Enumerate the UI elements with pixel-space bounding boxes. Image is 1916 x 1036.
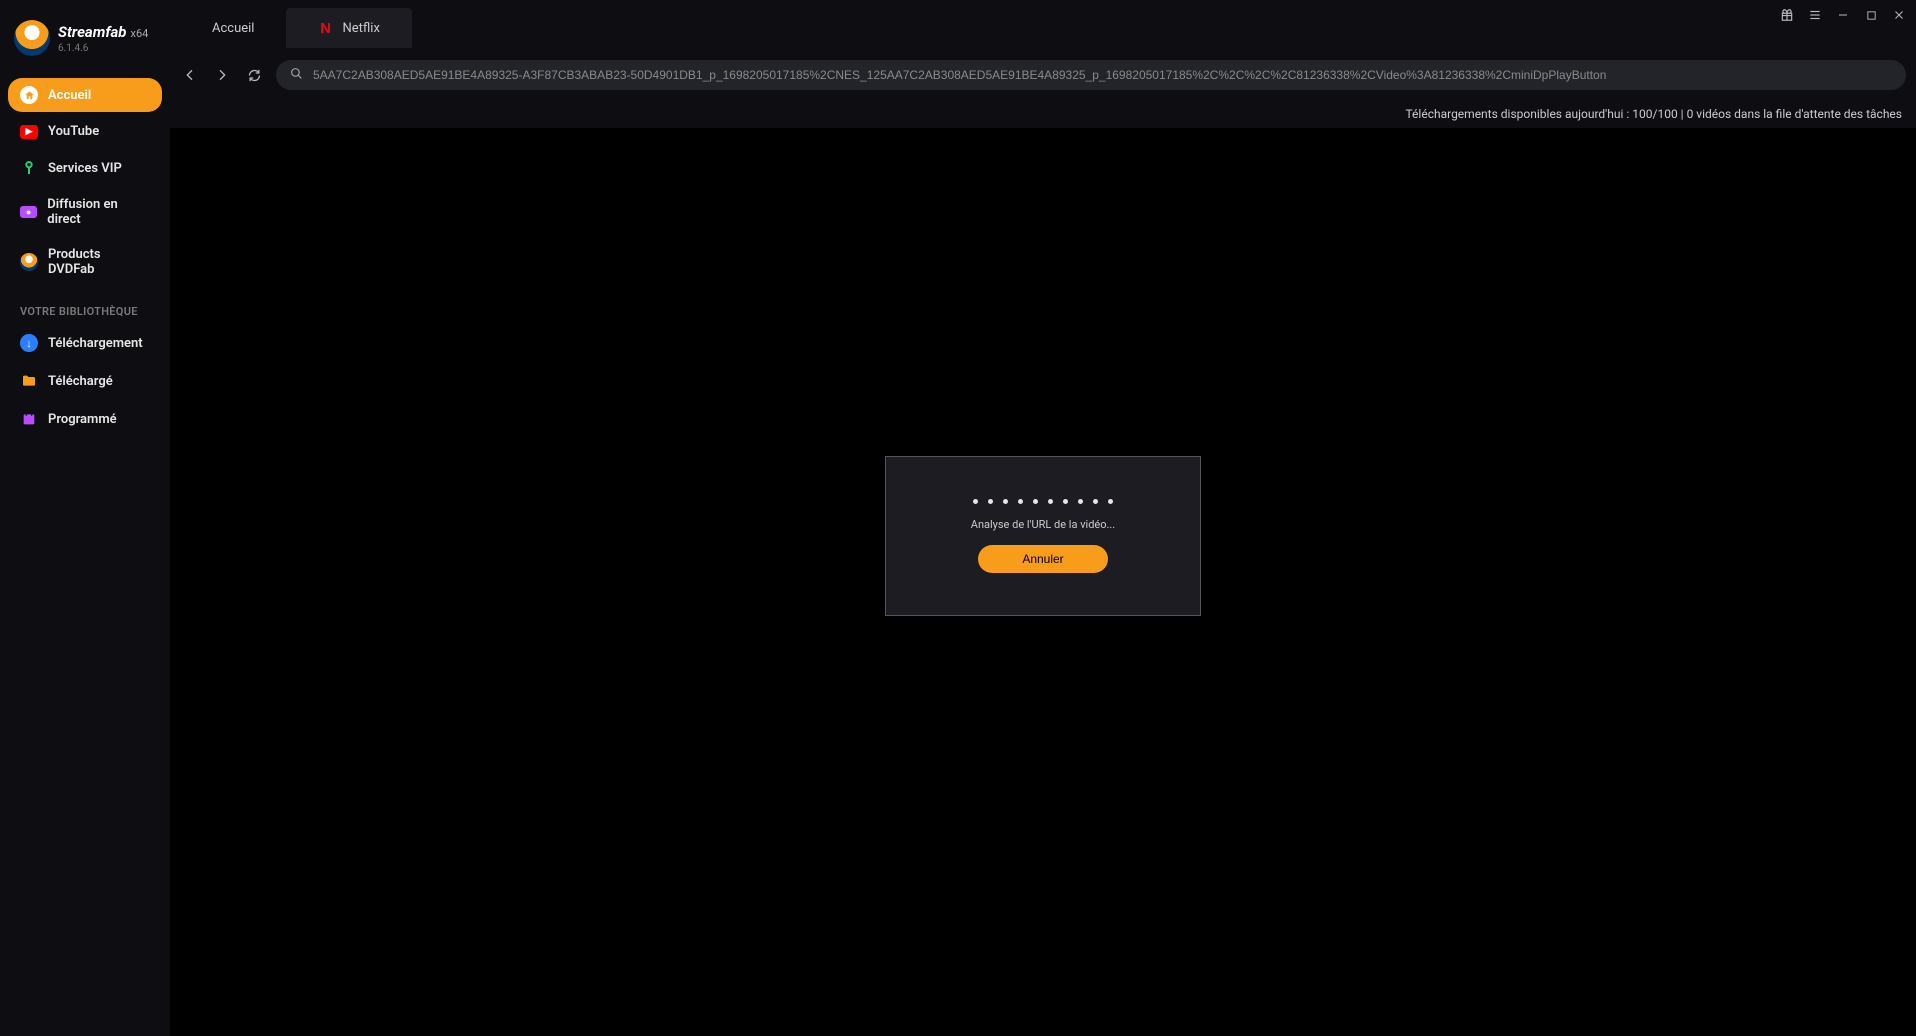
analyzing-modal: Analyse de l'URL de la vidéo... Annuler [885, 456, 1201, 616]
sidebar-item-live[interactable]: ● Diffusion en direct [8, 189, 162, 235]
home-icon [20, 86, 38, 104]
tab-label: Netflix [342, 21, 379, 36]
app-logo-block: Streamfabx64 6.1.4.6 [8, 16, 162, 76]
tab-netflix[interactable]: N Netflix [286, 8, 411, 48]
sidebar-item-accueil[interactable]: Accueil [8, 78, 162, 112]
tabs-row: Accueil N Netflix [170, 0, 1916, 56]
status-bar: Téléchargements disponibles aujourd'hui … [170, 100, 1916, 128]
youtube-icon: ▶ [20, 125, 38, 139]
sidebar-item-dvdfab[interactable]: Products DVDFab [8, 239, 162, 285]
cancel-button[interactable]: Annuler [978, 545, 1107, 573]
sidebar-item-vip[interactable]: Services VIP [8, 151, 162, 185]
url-input[interactable] [313, 68, 1892, 82]
sidebar-item-label: YouTube [48, 124, 99, 139]
sidebar: Streamfabx64 6.1.4.6 Accueil ▶ YouTube S… [0, 0, 170, 1036]
vip-icon [20, 159, 38, 177]
minimize-button[interactable] [1834, 6, 1852, 24]
modal-message: Analyse de l'URL de la vidéo... [971, 518, 1115, 531]
main-area: Accueil N Netflix [170, 0, 1916, 1036]
library-header: VOTRE BIBLIOTHÈQUE [8, 287, 162, 324]
download-icon: ↓ [20, 334, 38, 352]
status-text: Téléchargements disponibles aujourd'hui … [1405, 107, 1902, 121]
app-logo-icon [14, 20, 50, 56]
sidebar-item-scheduled[interactable]: Programmé [8, 402, 162, 436]
sidebar-item-label: Services VIP [48, 161, 122, 176]
dvdfab-icon [20, 253, 38, 271]
tab-accueil[interactable]: Accueil [180, 8, 286, 48]
forward-button[interactable] [212, 65, 232, 85]
sidebar-item-label: Diffusion en direct [47, 197, 150, 227]
reload-button[interactable] [244, 65, 264, 85]
loading-dots [973, 499, 1113, 504]
sidebar-item-downloading[interactable]: ↓ Téléchargement [8, 326, 162, 360]
close-button[interactable] [1890, 6, 1908, 24]
gift-icon[interactable] [1778, 6, 1796, 24]
schedule-icon [20, 410, 38, 428]
live-icon: ● [20, 206, 37, 218]
maximize-button[interactable] [1862, 6, 1880, 24]
sidebar-item-downloaded[interactable]: Téléchargé [8, 364, 162, 398]
sidebar-item-youtube[interactable]: ▶ YouTube [8, 116, 162, 147]
app-arch: x64 [131, 27, 149, 40]
window-controls [1778, 6, 1908, 24]
content-area: Analyse de l'URL de la vidéo... Annuler [170, 128, 1916, 1036]
tab-label: Accueil [212, 21, 254, 36]
folder-icon [20, 372, 38, 390]
toolbar-row [170, 56, 1916, 100]
app-name: Streamfabx64 [58, 23, 148, 41]
sidebar-item-label: Programmé [48, 412, 117, 427]
sidebar-item-label: Accueil [48, 88, 91, 103]
netflix-icon: N [318, 21, 332, 35]
sidebar-item-label: Téléchargé [48, 374, 113, 389]
sidebar-item-label: Products DVDFab [48, 247, 150, 277]
url-bar[interactable] [276, 60, 1906, 90]
search-icon [290, 67, 303, 84]
sidebar-item-label: Téléchargement [48, 336, 143, 351]
app-version: 6.1.4.6 [58, 43, 148, 54]
menu-icon[interactable] [1806, 6, 1824, 24]
back-button[interactable] [180, 65, 200, 85]
